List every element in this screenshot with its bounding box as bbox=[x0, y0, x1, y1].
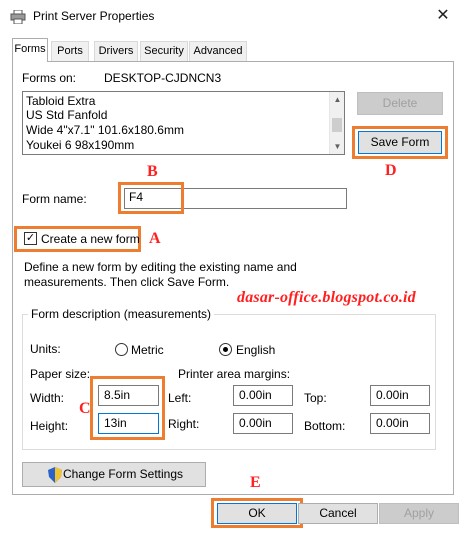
annotation-a: A bbox=[149, 230, 161, 247]
apply-button[interactable]: Apply bbox=[379, 503, 459, 524]
printer-icon bbox=[10, 10, 26, 24]
delete-button[interactable]: Delete bbox=[357, 92, 443, 115]
annotation-d: D bbox=[385, 162, 397, 179]
left-margin-input[interactable]: 0.00in bbox=[233, 385, 293, 406]
save-form-button[interactable]: Save Form bbox=[358, 131, 442, 154]
metric-radio[interactable] bbox=[115, 343, 128, 356]
top-margin-input[interactable]: 0.00in bbox=[370, 385, 430, 406]
left-margin-label: Left: bbox=[168, 391, 192, 405]
cancel-button[interactable]: Cancel bbox=[298, 503, 378, 524]
units-label: Units: bbox=[30, 342, 61, 356]
width-input[interactable]: 8.5in bbox=[98, 385, 159, 406]
list-item[interactable]: Wide 4"x7.1" 101.6x180.6mm bbox=[26, 123, 184, 137]
watermark-text: dasar-office.blogspot.co.id bbox=[237, 289, 416, 306]
english-label: English bbox=[236, 343, 276, 357]
form-name-input[interactable]: F4 bbox=[124, 188, 178, 209]
annotation-b: B bbox=[147, 163, 158, 180]
scroll-up-icon[interactable]: ▲ bbox=[330, 93, 345, 106]
printer-margins-label: Printer area margins: bbox=[178, 367, 291, 381]
create-new-form-checkbox[interactable]: ✓ bbox=[24, 232, 37, 245]
english-radio[interactable] bbox=[219, 343, 232, 356]
description-line-1: Define a new form by editing the existin… bbox=[24, 260, 297, 274]
radio-selected-dot bbox=[223, 347, 228, 352]
bottom-margin-input[interactable]: 0.00in bbox=[370, 413, 430, 434]
bottom-margin-label: Bottom: bbox=[304, 419, 346, 433]
listbox-scrollbar[interactable]: ▲ ▼ bbox=[329, 92, 344, 154]
tab-forms[interactable]: Forms bbox=[12, 38, 48, 62]
forms-on-label: Forms on: bbox=[22, 71, 77, 85]
title-bar: Print Server Properties ✕ bbox=[0, 0, 465, 32]
metric-label: Metric bbox=[131, 343, 164, 357]
right-margin-input[interactable]: 0.00in bbox=[233, 413, 293, 434]
tab-ports[interactable]: Ports bbox=[51, 41, 89, 61]
scroll-thumb[interactable] bbox=[332, 118, 342, 132]
height-input[interactable]: 13in bbox=[98, 413, 159, 434]
create-new-form-label: Create a new form bbox=[41, 232, 140, 246]
annotation-e: E bbox=[250, 474, 261, 491]
width-label: Width: bbox=[30, 391, 65, 405]
forms-listbox[interactable]: Tabloid Extra US Std Fanfold Wide 4"x7.1… bbox=[22, 91, 345, 155]
change-form-settings-label: Change Form Settings bbox=[62, 467, 184, 481]
uac-shield-icon bbox=[48, 467, 62, 483]
tab-advanced[interactable]: Advanced bbox=[189, 41, 247, 61]
list-item[interactable]: US Std Fanfold bbox=[26, 108, 107, 122]
description-line-2: measurements. Then click Save Form. bbox=[24, 275, 230, 289]
form-name-label: Form name: bbox=[22, 192, 87, 206]
annotation-c: C bbox=[79, 400, 91, 417]
tab-drivers[interactable]: Drivers bbox=[94, 41, 138, 61]
scroll-down-icon[interactable]: ▼ bbox=[330, 140, 345, 153]
list-item[interactable]: Tabloid Extra bbox=[26, 94, 95, 108]
ok-button[interactable]: OK bbox=[217, 503, 297, 524]
top-margin-label: Top: bbox=[304, 391, 327, 405]
change-form-settings-button[interactable]: Change Form Settings bbox=[22, 462, 206, 487]
tab-security[interactable]: Security bbox=[140, 41, 188, 61]
close-icon[interactable]: ✕ bbox=[432, 5, 454, 27]
measurements-legend: Form description (measurements) bbox=[28, 307, 215, 321]
server-name: DESKTOP-CJDNCN3 bbox=[104, 71, 222, 85]
height-label: Height: bbox=[30, 419, 69, 433]
window-title: Print Server Properties bbox=[33, 9, 155, 23]
list-item[interactable]: Youkei 6 98x190mm bbox=[26, 138, 134, 152]
right-margin-label: Right: bbox=[168, 417, 200, 431]
paper-size-label: Paper size: bbox=[30, 367, 91, 381]
